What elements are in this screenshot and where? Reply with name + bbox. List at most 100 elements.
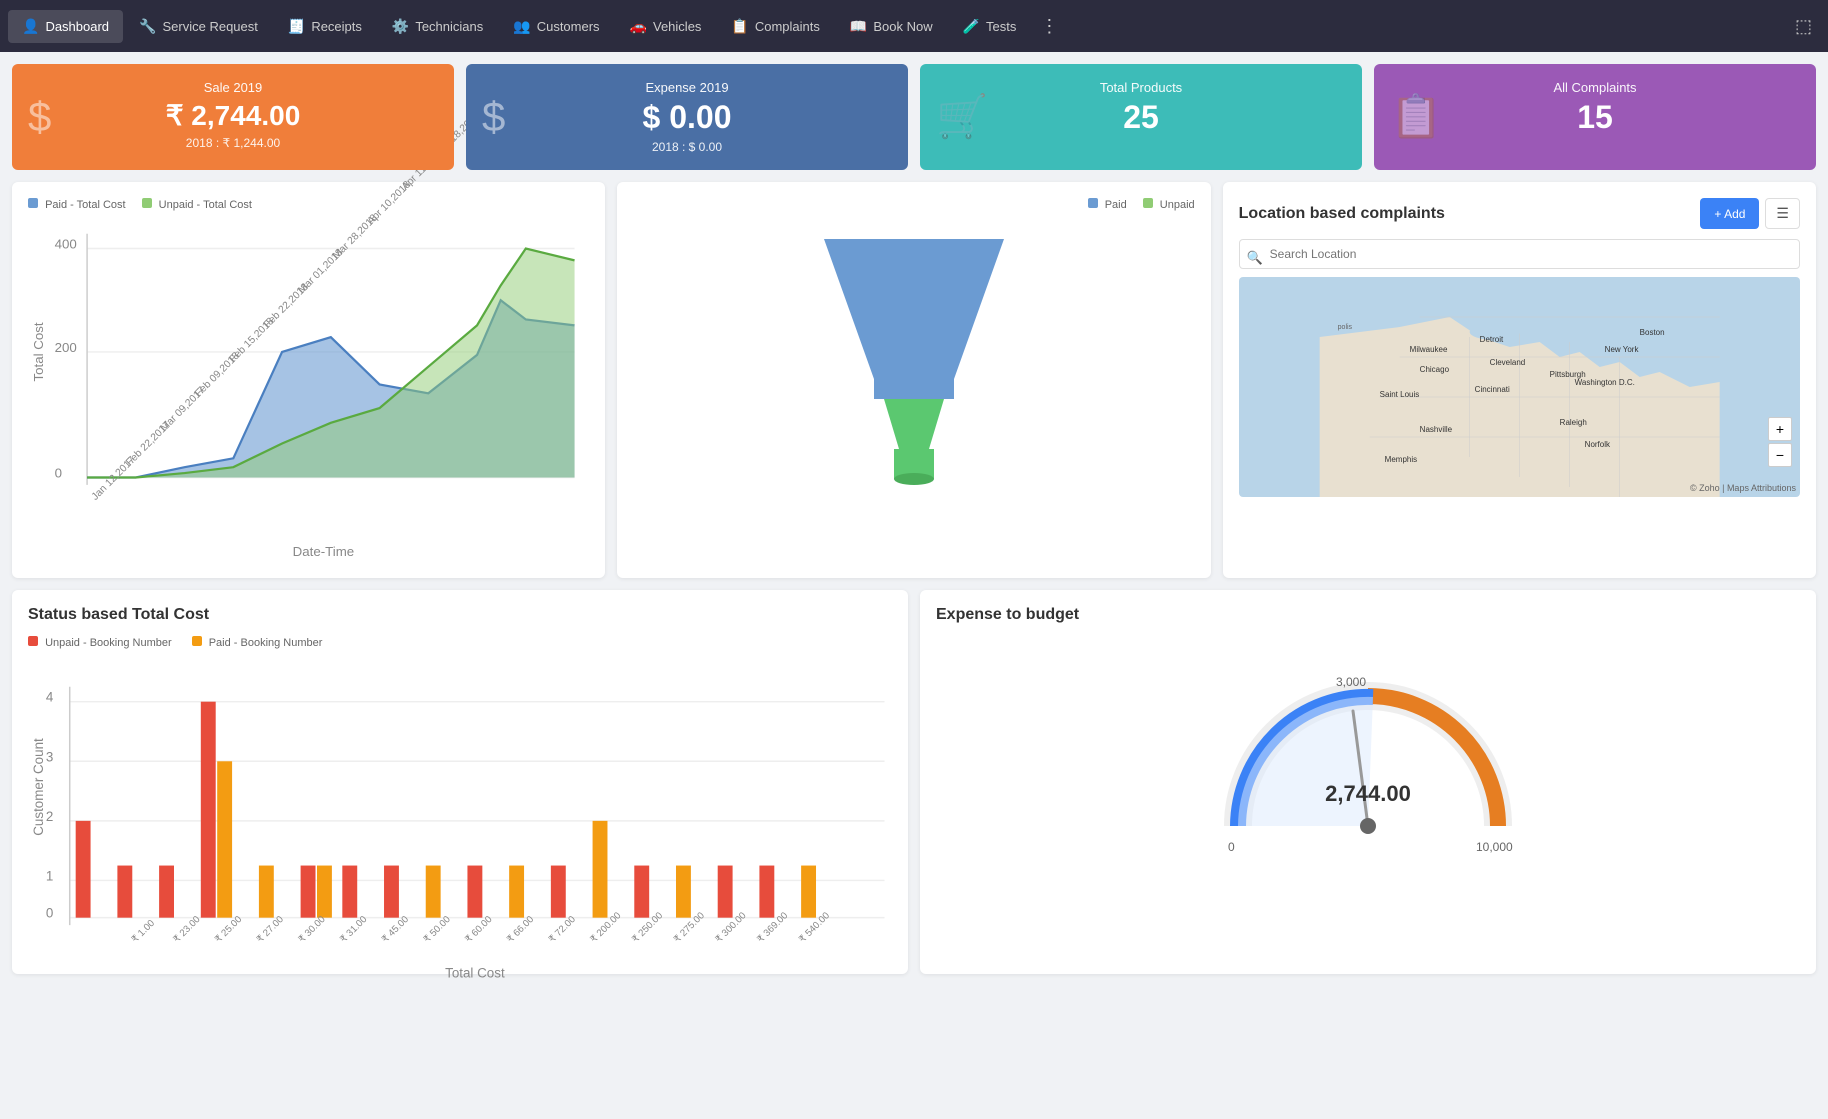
- nav-book-now[interactable]: 📖 Book Now: [836, 10, 947, 43]
- location-actions: + Add ☰: [1700, 198, 1800, 229]
- funnel-container: [633, 219, 1194, 499]
- gauge-container: 0 3,000 10,000 2,744.00: [936, 636, 1800, 896]
- svg-text:Washington D.C.: Washington D.C.: [1574, 378, 1634, 387]
- line-chart-legend: Paid - Total Cost Unpaid - Total Cost: [28, 198, 589, 211]
- y-axis-label-0: 0: [55, 466, 62, 481]
- funnel-chart-card: Paid Unpaid: [617, 182, 1210, 578]
- stat-card-sale: $ Sale 2019 ₹ 2,744.00 2018 : ₹ 1,244.00: [12, 64, 454, 170]
- location-title: Location based complaints: [1239, 205, 1445, 223]
- book-now-icon: 📖: [850, 18, 867, 35]
- svg-text:4: 4: [46, 689, 54, 704]
- stat-card-expense: $ Expense 2019 $ 0.00 2018 : $ 0.00: [466, 64, 908, 170]
- unpaid-legend-dot: [142, 198, 152, 208]
- stat-cards: $ Sale 2019 ₹ 2,744.00 2018 : ₹ 1,244.00…: [0, 52, 1828, 182]
- svg-text:10,000: 10,000: [1476, 840, 1513, 854]
- funnel-svg: [814, 219, 1014, 499]
- svg-text:Total Cost: Total Cost: [445, 965, 505, 980]
- svg-text:Chicago: Chicago: [1419, 365, 1449, 374]
- sale-icon: $: [28, 93, 51, 141]
- service-request-icon: 🔧: [139, 18, 156, 35]
- paid-legend-dot: [28, 198, 38, 208]
- add-location-button[interactable]: + Add: [1700, 198, 1759, 229]
- expense-icon: $: [482, 93, 505, 141]
- bar-chart-legend: Unpaid - Booking Number Paid - Booking N…: [28, 636, 892, 649]
- zoom-out-button[interactable]: −: [1768, 443, 1792, 467]
- svg-text:2,744.00: 2,744.00: [1325, 781, 1411, 806]
- y-axis-label: 400: [55, 237, 77, 252]
- map-attribution: © Zoho | Maps Attributions: [1690, 483, 1796, 493]
- nav-complaints[interactable]: 📋 Complaints: [717, 10, 833, 43]
- unpaid-legend: Unpaid - Total Cost: [142, 198, 252, 211]
- nav-tests[interactable]: 🧪 Tests: [949, 10, 1031, 43]
- svg-text:3: 3: [46, 749, 53, 764]
- nav-dashboard[interactable]: 👤 Dashboard: [8, 10, 123, 43]
- funnel-paid-dot: [1088, 198, 1098, 208]
- complaints-icon: 📋: [731, 18, 748, 35]
- map-zoom-controls: + −: [1768, 417, 1792, 467]
- nav-customers[interactable]: 👥 Customers: [499, 10, 613, 43]
- stat-card-complaints: 📋 All Complaints 15: [1374, 64, 1816, 170]
- dashboard-icon: 👤: [22, 18, 39, 35]
- svg-text:₹ 25.00: ₹ 25.00: [213, 914, 244, 945]
- nav-more-button[interactable]: ⋮: [1032, 8, 1066, 45]
- complaints-card-icon: 📋: [1390, 93, 1442, 142]
- svg-text:₹ 72.00: ₹ 72.00: [547, 914, 578, 945]
- gauge-svg: 0 3,000 10,000 2,744.00: [1198, 656, 1538, 876]
- svg-text:₹ 50.00: ₹ 50.00: [422, 914, 453, 945]
- svg-text:0: 0: [1228, 840, 1235, 854]
- svg-text:Milwaukee: Milwaukee: [1409, 345, 1447, 354]
- svg-text:Cincinnati: Cincinnati: [1474, 385, 1509, 394]
- svg-text:Cleveland: Cleveland: [1489, 358, 1525, 367]
- svg-text:₹ 30.00: ₹ 30.00: [297, 914, 328, 945]
- stat-card-products: 🛒 Total Products 25: [920, 64, 1362, 170]
- nav-vehicles[interactable]: 🚗 Vehicles: [616, 10, 716, 43]
- funnel-unpaid-dot: [1143, 198, 1153, 208]
- expense-gauge-card: Expense to budget 0 3,000 10,000 2,744.: [920, 590, 1816, 974]
- unpaid-bar-dot: [28, 636, 38, 646]
- paid-legend: Paid - Total Cost: [28, 198, 126, 211]
- svg-text:New York: New York: [1604, 345, 1639, 354]
- bar-chart-svg: 4 3 2 1 0: [28, 657, 892, 955]
- svg-text:Norfolk: Norfolk: [1584, 440, 1610, 449]
- map-svg: Milwaukee Detroit Boston Chicago Clevela…: [1239, 277, 1800, 497]
- svg-text:Boston: Boston: [1639, 328, 1664, 337]
- svg-text:Customer Count: Customer Count: [31, 738, 46, 836]
- bottom-row: Status based Total Cost Unpaid - Booking…: [0, 590, 1828, 986]
- svg-text:1: 1: [46, 868, 53, 883]
- products-icon: 🛒: [936, 93, 988, 142]
- nav-right-icon[interactable]: ⬚: [1787, 8, 1820, 45]
- line-chart-card: Paid - Total Cost Unpaid - Total Cost 40…: [12, 182, 605, 578]
- svg-text:0: 0: [46, 905, 53, 920]
- tests-icon: 🧪: [963, 18, 980, 35]
- nav-service-request[interactable]: 🔧 Service Request: [125, 10, 272, 43]
- svg-text:Raleigh: Raleigh: [1559, 418, 1586, 427]
- zoom-in-button[interactable]: +: [1768, 417, 1792, 441]
- location-menu-button[interactable]: ☰: [1765, 198, 1800, 229]
- funnel-legend: Paid Unpaid: [633, 198, 1194, 211]
- svg-text:2: 2: [46, 809, 53, 824]
- svg-text:3,000: 3,000: [1336, 675, 1366, 689]
- x-axis-title: Date-Time: [293, 544, 355, 559]
- status-chart-card: Status based Total Cost Unpaid - Booking…: [12, 590, 908, 974]
- svg-text:Memphis: Memphis: [1384, 455, 1416, 464]
- navbar: 👤 Dashboard 🔧 Service Request 🧾 Receipts…: [0, 0, 1828, 52]
- svg-text:₹ 45.00: ₹ 45.00: [380, 914, 411, 945]
- svg-text:Detroit: Detroit: [1479, 335, 1503, 344]
- location-search-input[interactable]: [1239, 239, 1800, 269]
- svg-text:₹ 31.00: ₹ 31.00: [338, 914, 369, 945]
- nav-receipts[interactable]: 🧾 Receipts: [274, 10, 376, 43]
- svg-text:₹ 1.00: ₹ 1.00: [130, 918, 157, 945]
- unpaid-bar-legend: Unpaid - Booking Number: [28, 636, 172, 649]
- y-axis-title: Total Cost: [31, 322, 46, 381]
- funnel-unpaid-legend: Unpaid: [1143, 198, 1195, 211]
- nav-technicians[interactable]: ⚙️ Technicians: [378, 10, 497, 43]
- paid-bar-dot: [192, 636, 202, 646]
- expense-gauge-title: Expense to budget: [936, 606, 1800, 624]
- svg-text:₹ 27.00: ₹ 27.00: [255, 914, 286, 945]
- status-chart-title: Status based Total Cost: [28, 606, 892, 624]
- svg-text:polis: polis: [1337, 324, 1352, 331]
- svg-text:₹ 66.00: ₹ 66.00: [505, 914, 536, 945]
- vehicles-icon: 🚗: [630, 18, 647, 35]
- svg-text:₹ 23.00: ₹ 23.00: [171, 914, 202, 945]
- charts-row: Paid - Total Cost Unpaid - Total Cost 40…: [0, 182, 1828, 590]
